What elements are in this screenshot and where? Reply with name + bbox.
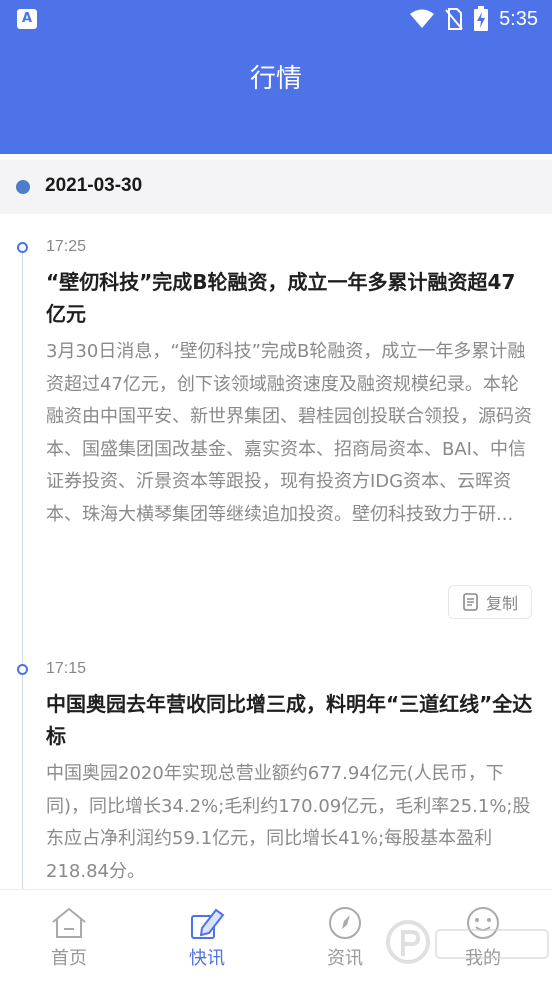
- home-icon: [52, 907, 86, 938]
- no-sim-icon: [445, 8, 463, 30]
- copy-button[interactable]: 复制: [448, 585, 532, 619]
- wifi-icon: [410, 9, 435, 28]
- timeline-node-icon: [17, 242, 28, 253]
- news-title[interactable]: 中国奥园去年营收同比增三成，料明年“三道红线”全达标: [46, 688, 534, 752]
- news-body: 3月30日消息，“壁仞科技”完成B轮融资，成立一年多累计融资超过47亿元，创下该…: [46, 341, 532, 525]
- news-body: 中国奥园2020年实现总营业额约677.94亿元(人民币，下同)，同比增长34.…: [46, 763, 531, 882]
- date-dot-icon: [16, 180, 30, 194]
- header: A 5:35 行情: [0, 0, 552, 154]
- timeline-line: [22, 675, 23, 889]
- date-header: 2021-03-30: [0, 160, 552, 214]
- news-item[interactable]: 17:25 “壁仞科技”完成B轮融资，成立一年多累计融资超47亿元 3月30日消…: [46, 237, 534, 531]
- date-label: 2021-03-30: [45, 175, 143, 196]
- tab-label: 资讯: [327, 948, 363, 969]
- pen-icon: [191, 908, 225, 939]
- tab-label: 首页: [51, 948, 87, 969]
- timeline-line: [22, 253, 23, 663]
- page-title: 行情: [249, 64, 302, 94]
- timeline-node-icon: [17, 664, 28, 675]
- clock: 5:35: [499, 7, 538, 30]
- battery-charging-icon: [474, 6, 489, 31]
- news-title[interactable]: “壁仞科技”完成B轮融资，成立一年多累计融资超47亿元: [46, 266, 534, 330]
- status-bar: A 5:35: [0, 0, 552, 40]
- tab-home[interactable]: 首页: [0, 890, 138, 983]
- status-icons: 5:35: [409, 6, 538, 32]
- news-time: 17:25: [46, 238, 87, 255]
- watermark-logo: [386, 920, 549, 964]
- news-item[interactable]: 17:15 中国奥园去年营收同比增三成，料明年“三道红线”全达标 中国奥园202…: [46, 659, 534, 888]
- copy-icon: [463, 593, 478, 611]
- app-notification-icon: A: [17, 9, 37, 29]
- compass-icon: [329, 907, 361, 939]
- tab-flash-news[interactable]: 快讯: [138, 890, 276, 983]
- news-time: 17:15: [46, 660, 87, 677]
- tab-label: 快讯: [189, 948, 225, 969]
- copy-label: 复制: [485, 594, 518, 613]
